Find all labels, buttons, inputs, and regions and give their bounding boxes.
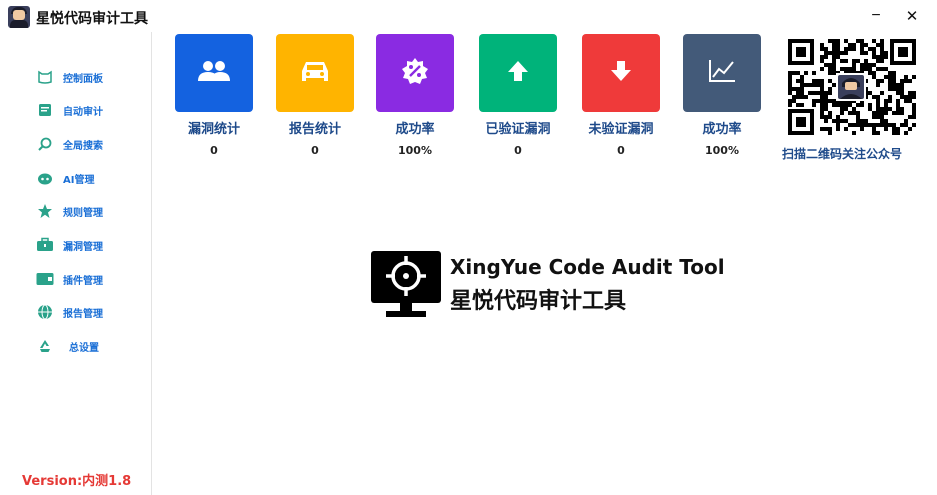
stat-report-count: 报告统计 0 xyxy=(275,34,355,157)
stat-value: 100% xyxy=(705,144,739,157)
sidebar-item-vulnerabilities[interactable]: 漏洞管理 xyxy=(36,234,103,256)
sidebar-item-label: 控制面板 xyxy=(63,73,103,85)
sidebar-item-label: 总设置 xyxy=(69,342,99,354)
sidebar-item-label: 全局搜索 xyxy=(63,140,103,152)
sidebar-item-label: 自动审计 xyxy=(63,106,103,118)
search-icon xyxy=(36,135,54,153)
version-label: Version:内测1.8 xyxy=(22,474,132,489)
stat-label: 成功率 xyxy=(395,122,435,137)
stat-tile[interactable] xyxy=(582,34,660,112)
sidebar-item-dashboard[interactable]: 控制面板 xyxy=(36,66,103,88)
car-icon xyxy=(300,59,330,88)
briefcase-icon xyxy=(36,236,54,254)
stat-unverified-vulnerabilities: 未验证漏洞 0 xyxy=(581,34,661,157)
title-bar: 星悦代码审计工具 − ✕ xyxy=(0,0,937,32)
stat-label: 漏洞统计 xyxy=(187,122,240,137)
stat-label: 已验证漏洞 xyxy=(485,122,551,137)
window-title: 星悦代码审计工具 xyxy=(36,11,148,27)
sidebar-item-auto-audit[interactable]: 自动审计 xyxy=(36,99,103,121)
users-icon xyxy=(197,59,231,88)
stat-label: 未验证漏洞 xyxy=(588,122,654,137)
stat-tile[interactable] xyxy=(276,34,354,112)
sidebar-item-label: 规则管理 xyxy=(63,207,103,219)
hacker-avatar-icon xyxy=(8,6,30,28)
sidebar-item-ai-management[interactable]: AI管理 xyxy=(36,167,94,189)
stat-value: 100% xyxy=(398,144,432,157)
recycle-icon xyxy=(36,337,54,355)
stat-value: 0 xyxy=(617,144,625,157)
hero-title-cn: 星悦代码审计工具 xyxy=(450,289,627,314)
stat-vulnerability-count: 漏洞统计 0 xyxy=(174,34,254,157)
cat-face-icon xyxy=(36,68,54,86)
stat-label: 成功率 xyxy=(702,122,742,137)
stat-label: 报告统计 xyxy=(288,122,341,137)
arrow-down-icon xyxy=(609,59,633,88)
sidebar-item-global-search[interactable]: 全局搜索 xyxy=(36,133,103,155)
close-button[interactable]: ✕ xyxy=(898,4,926,28)
stat-tile[interactable] xyxy=(175,34,253,112)
sidebar-item-rules[interactable]: 规则管理 xyxy=(36,200,103,222)
percent-badge-icon xyxy=(401,57,429,90)
qr-code xyxy=(786,37,918,137)
sidebar-item-label: 报告管理 xyxy=(63,308,103,320)
stat-value: 0 xyxy=(311,144,319,157)
sidebar-item-label: 插件管理 xyxy=(63,275,103,287)
card-icon xyxy=(36,270,54,288)
line-chart-icon xyxy=(707,58,737,89)
globe-icon xyxy=(36,303,54,321)
sidebar-item-label: AI管理 xyxy=(63,174,95,186)
stat-verified-vulnerabilities: 已验证漏洞 0 xyxy=(478,34,558,157)
stat-tile[interactable] xyxy=(683,34,761,112)
sidebar-item-settings[interactable]: 总设置 xyxy=(36,335,99,357)
stat-success-rate: 成功率 100% xyxy=(375,34,455,157)
robot-icon xyxy=(36,169,54,187)
star-icon xyxy=(36,202,54,220)
stat-success-rate-2: 成功率 100% xyxy=(682,34,762,157)
stat-tile[interactable] xyxy=(479,34,557,112)
monitor-crosshair-icon xyxy=(370,250,442,318)
hero-title-en: XingYue Code Audit Tool xyxy=(450,255,725,279)
sidebar-item-plugins[interactable]: 插件管理 xyxy=(36,268,103,290)
arrow-up-icon xyxy=(506,59,530,88)
stat-value: 0 xyxy=(210,144,218,157)
sidebar-item-label: 漏洞管理 xyxy=(63,241,103,253)
document-icon xyxy=(36,101,54,119)
sidebar: 控制面板 自动审计 全局搜索 AI管理 规则管理 漏洞管理 插件管理 报告管理 … xyxy=(0,32,152,495)
sidebar-item-reports[interactable]: 报告管理 xyxy=(36,301,103,323)
stat-tile[interactable] xyxy=(376,34,454,112)
minimize-button[interactable]: − xyxy=(862,4,890,28)
qr-caption: 扫描二维码关注公众号 xyxy=(782,147,903,161)
stat-value: 0 xyxy=(514,144,522,157)
